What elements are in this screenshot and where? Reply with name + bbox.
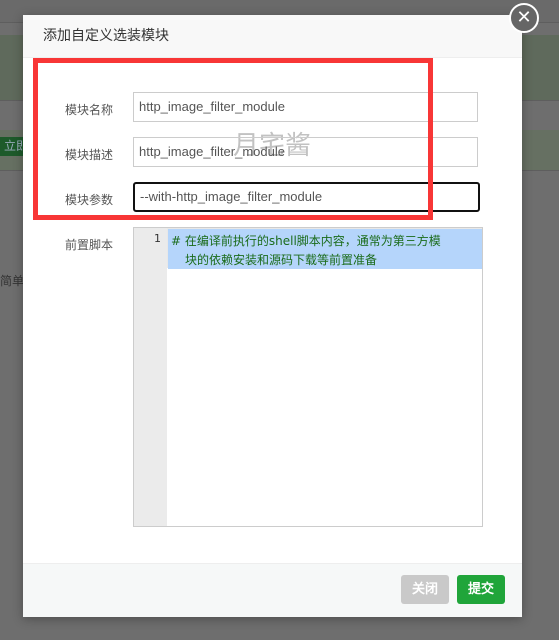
line-gutter: 1 <box>134 228 167 526</box>
submit-button[interactable]: 提交 <box>457 575 505 604</box>
script-line: # 在编译前执行的shell脚本内容，通常为第三方模 <box>171 234 441 248</box>
close-icon[interactable]: ✕ <box>509 3 539 33</box>
dialog-title: 添加自定义选装模块 <box>23 15 522 58</box>
highlight-box <box>33 58 433 220</box>
dialog-footer: 关闭 提交 <box>23 563 522 617</box>
script-label: 前置脚本 <box>65 238 114 252</box>
script-line: 块的依赖安装和源码下载等前置准备 <box>185 253 378 267</box>
script-editor[interactable]: 1 # 在编译前执行的shell脚本内容，通常为第三方模 块的依赖安装和源码下载… <box>133 227 483 527</box>
add-custom-module-dialog: 添加自定义选装模块 ✕ 月宅酱 模块名称 http_image_filter_m… <box>23 3 539 617</box>
line-number: 1 <box>154 232 161 245</box>
background-text: 简单 <box>0 274 25 288</box>
close-button[interactable]: 关闭 <box>401 575 449 604</box>
